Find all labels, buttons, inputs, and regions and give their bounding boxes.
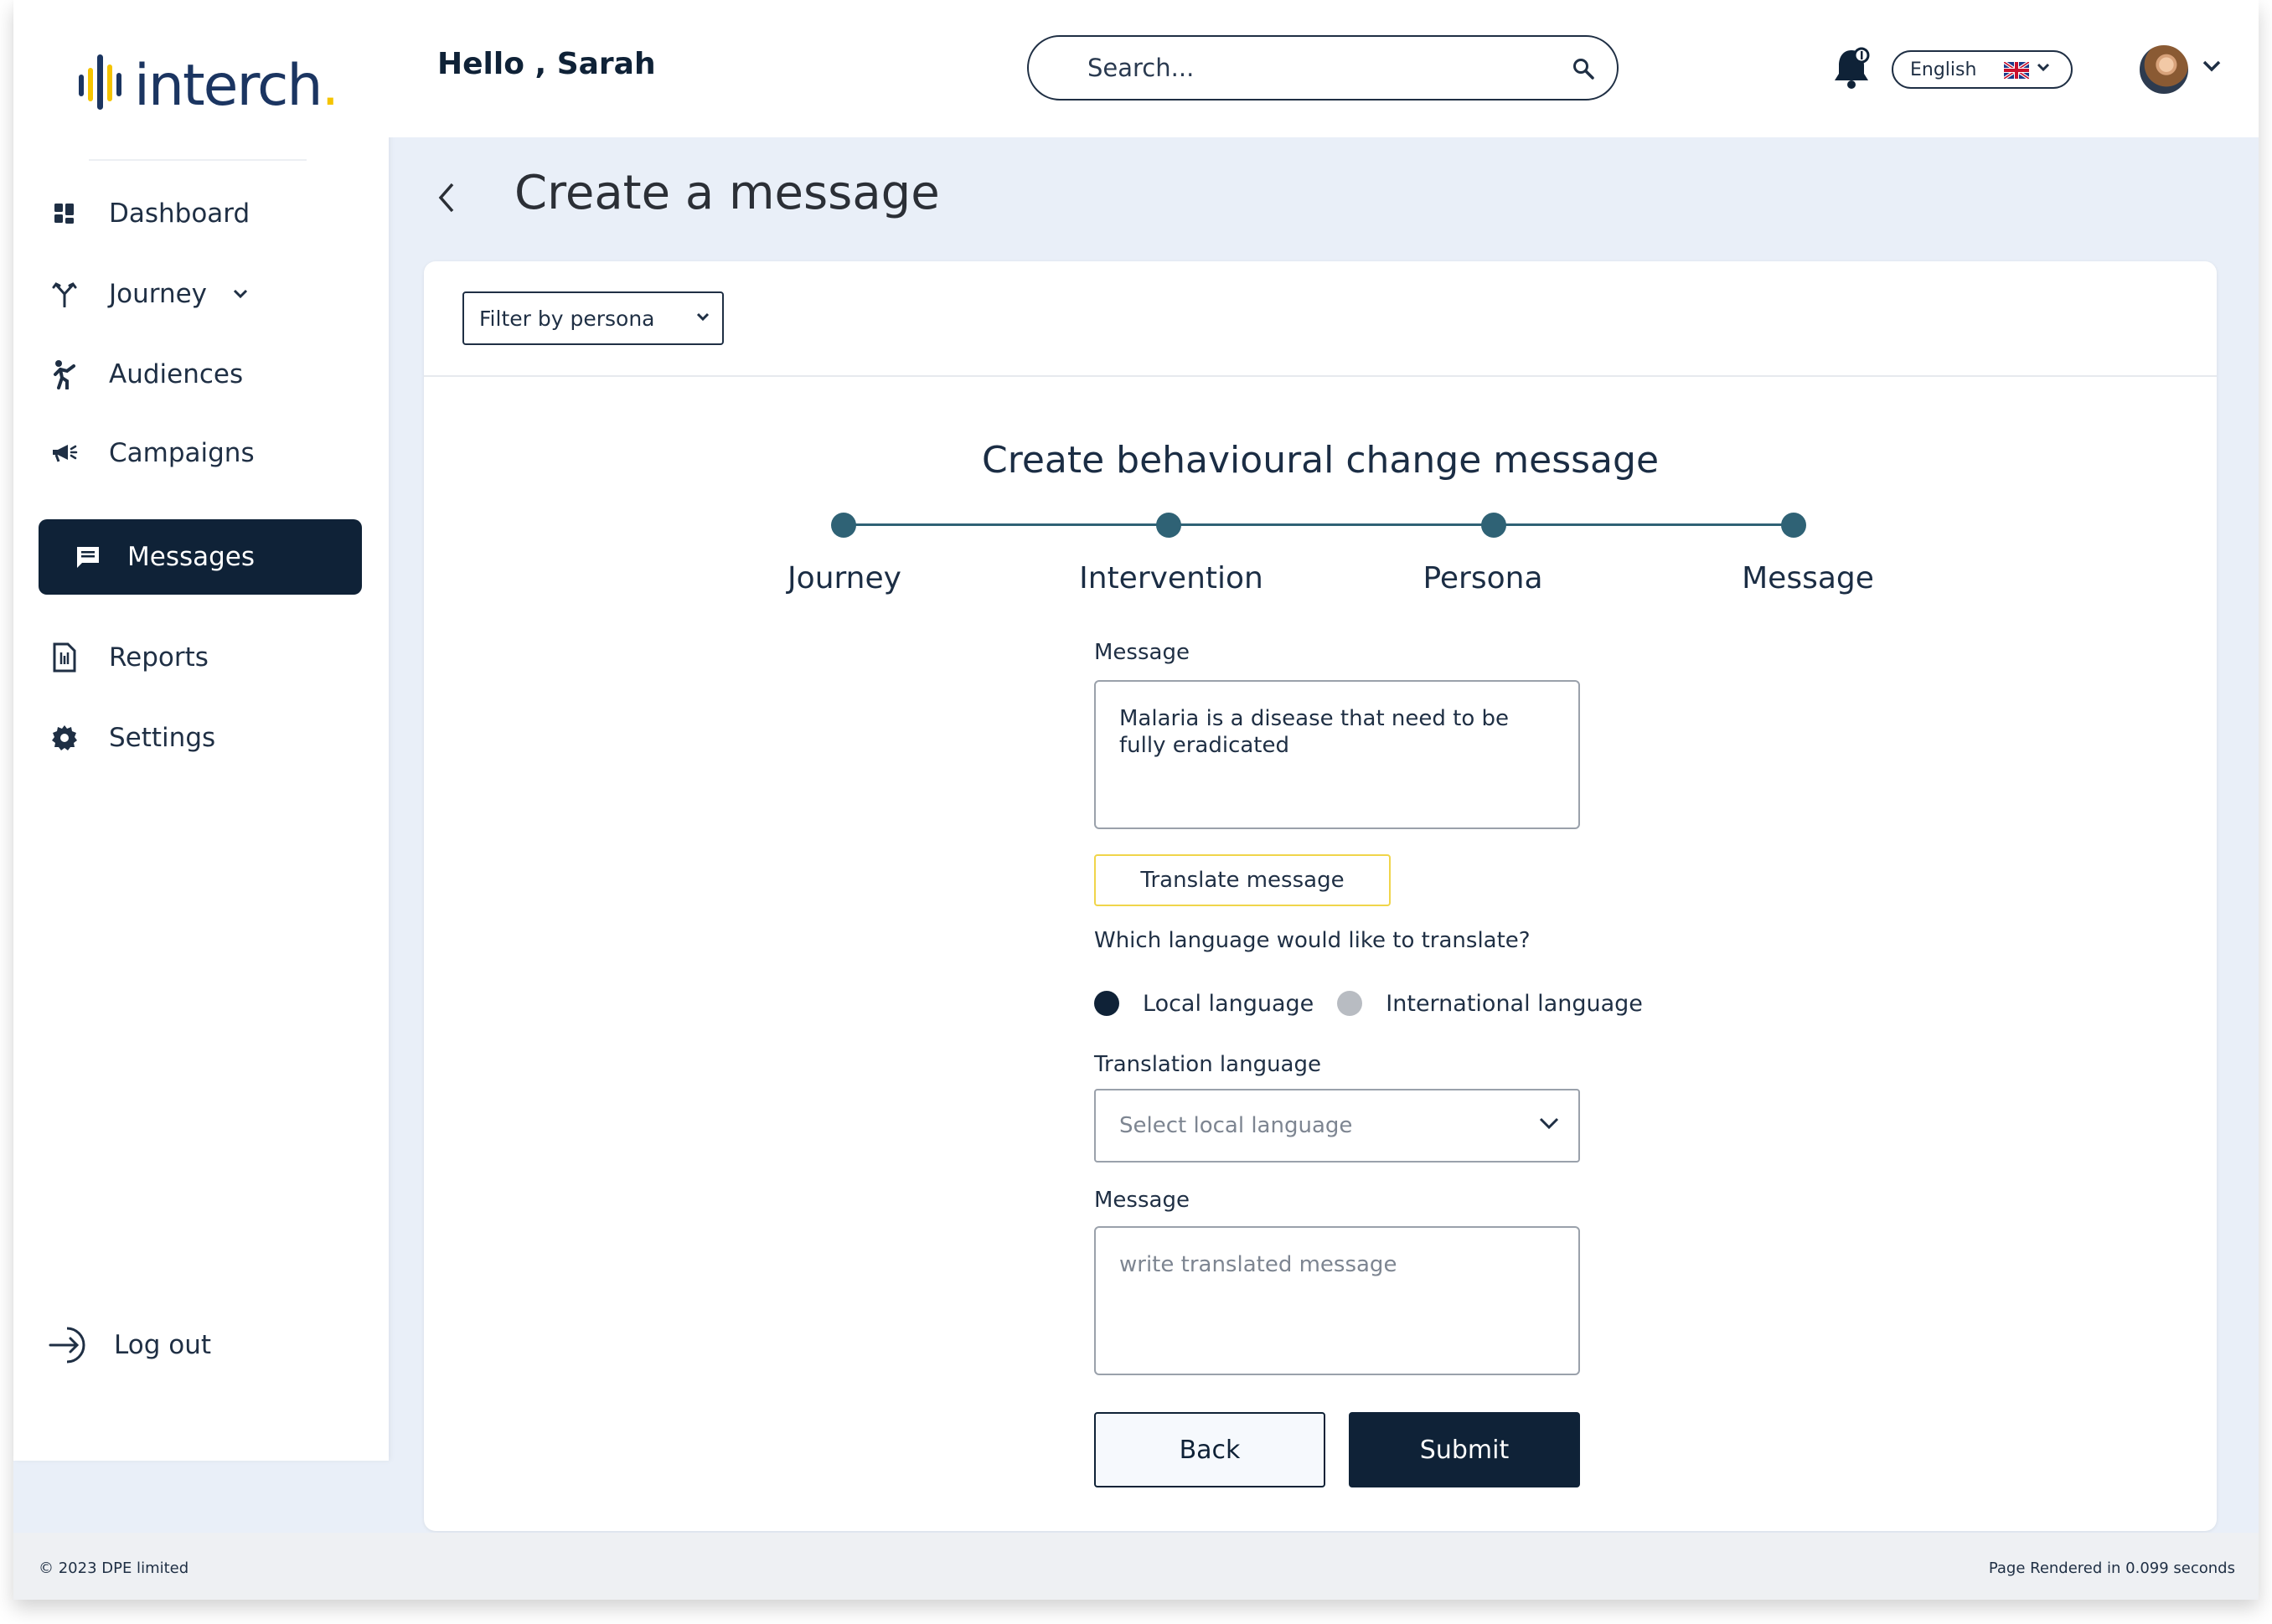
logo-mark-icon: [79, 54, 121, 110]
chevron-down-icon[interactable]: [2202, 59, 2222, 74]
back-arrow-icon[interactable]: [434, 179, 457, 216]
sidebar-item-messages[interactable]: Messages: [39, 519, 362, 595]
brand-logo[interactable]: interch.: [74, 45, 339, 126]
translated-message-label: Message: [1094, 1188, 1190, 1213]
chevron-down-icon: [1539, 1117, 1559, 1130]
step-dot-message[interactable]: [1781, 513, 1806, 538]
logout-label: Log out: [114, 1330, 211, 1360]
back-button[interactable]: Back: [1094, 1412, 1325, 1487]
search-input[interactable]: Search...: [1027, 35, 1619, 101]
user-avatar[interactable]: [2138, 44, 2190, 95]
render-time-text: Page Rendered in 0.099 seconds: [1988, 1560, 2235, 1577]
sidebar-item-audiences[interactable]: Audiences: [39, 338, 362, 410]
search-icon[interactable]: [1572, 57, 1595, 80]
uk-flag-icon: [2004, 62, 2029, 79]
message-label: Message: [1094, 640, 1190, 665]
submit-button[interactable]: Submit: [1349, 1412, 1580, 1487]
international-language-radio[interactable]: [1337, 991, 1363, 1016]
international-language-label[interactable]: International language: [1386, 991, 1643, 1017]
language-selector[interactable]: English: [1892, 50, 2073, 89]
step-label-message: Message: [1742, 561, 1874, 595]
filter-label: Filter by persona: [479, 306, 655, 331]
translation-question: Which language would like to translate?: [1094, 928, 1531, 953]
translated-message-textarea[interactable]: write translated message: [1094, 1226, 1580, 1375]
step-label-intervention: Intervention: [1079, 561, 1263, 595]
sidebar-item-reports[interactable]: Reports: [39, 621, 362, 693]
logout-icon: [47, 1322, 94, 1369]
greeting: Hello , Sarah: [437, 47, 656, 81]
sidebar-item-label: Campaigns: [109, 438, 255, 468]
language-type-radio-group: Local language International language: [1094, 987, 1643, 1020]
chevron-down-icon: [696, 312, 710, 322]
report-document-icon: [50, 642, 79, 673]
dashboard-grid-icon: [50, 199, 79, 228]
top-header: Hello , Sarah Search... English: [389, 0, 2259, 137]
logo-text: interch: [134, 52, 323, 119]
person-walking-icon: [50, 360, 79, 389]
chevron-down-icon[interactable]: [232, 288, 249, 300]
step-label-journey: Journey: [787, 561, 901, 595]
local-language-label[interactable]: Local language: [1143, 991, 1314, 1017]
sidebar-item-label: Audiences: [109, 359, 244, 389]
sidebar-item-label: Dashboard: [109, 198, 250, 229]
translation-language-select[interactable]: Select local language: [1094, 1089, 1580, 1163]
step-dot-intervention[interactable]: [1156, 513, 1181, 538]
chevron-down-icon: [2037, 63, 2050, 72]
card-divider: [424, 375, 2217, 377]
logo-dot: .: [321, 52, 340, 119]
logo-divider: [89, 159, 307, 161]
app-window: interch. Dashboard Journey Audiences Cam…: [13, 0, 2259, 1600]
sidebar-item-campaigns[interactable]: Campaigns: [39, 417, 362, 489]
step-label-persona: Persona: [1423, 561, 1543, 595]
notification-bell-icon[interactable]: [1826, 44, 1877, 94]
language-label: English: [1910, 59, 1977, 80]
gear-icon: [50, 724, 79, 752]
logout-button[interactable]: Log out: [47, 1322, 211, 1369]
message-form-card: Filter by persona Create behavioural cha…: [424, 261, 2217, 1531]
sidebar-item-dashboard[interactable]: Dashboard: [39, 178, 362, 250]
sidebar-item-settings[interactable]: Settings: [39, 702, 362, 774]
filter-by-persona-select[interactable]: Filter by persona: [462, 291, 724, 345]
journey-fork-icon: [50, 280, 79, 308]
message-icon: [74, 543, 102, 571]
sidebar: interch. Dashboard Journey Audiences Cam…: [13, 0, 389, 1461]
message-textarea[interactable]: Malaria is a disease that need to be ful…: [1094, 680, 1580, 829]
local-language-radio[interactable]: [1094, 991, 1119, 1016]
footer: © 2023 DPE limited Page Rendered in 0.09…: [13, 1533, 2259, 1600]
stepper-line: [843, 523, 1794, 526]
copyright-text: © 2023 DPE limited: [39, 1560, 189, 1577]
progress-stepper: [831, 511, 1806, 544]
sidebar-item-label: Messages: [127, 542, 256, 572]
sidebar-item-label: Journey: [109, 279, 208, 309]
translation-language-placeholder: Select local language: [1119, 1113, 1353, 1138]
search-placeholder: Search...: [1087, 54, 1195, 82]
sidebar-item-journey[interactable]: Journey: [39, 258, 362, 330]
step-dot-persona[interactable]: [1481, 513, 1506, 538]
translate-message-button[interactable]: Translate message: [1094, 854, 1391, 906]
sidebar-item-label: Reports: [109, 642, 209, 673]
translation-language-label: Translation language: [1094, 1052, 1321, 1077]
form-title: Create behavioural change message: [981, 439, 1660, 482]
step-dot-journey[interactable]: [831, 513, 856, 538]
megaphone-icon: [50, 439, 79, 467]
page-title: Create a message: [514, 166, 940, 220]
sidebar-item-label: Settings: [109, 723, 216, 753]
